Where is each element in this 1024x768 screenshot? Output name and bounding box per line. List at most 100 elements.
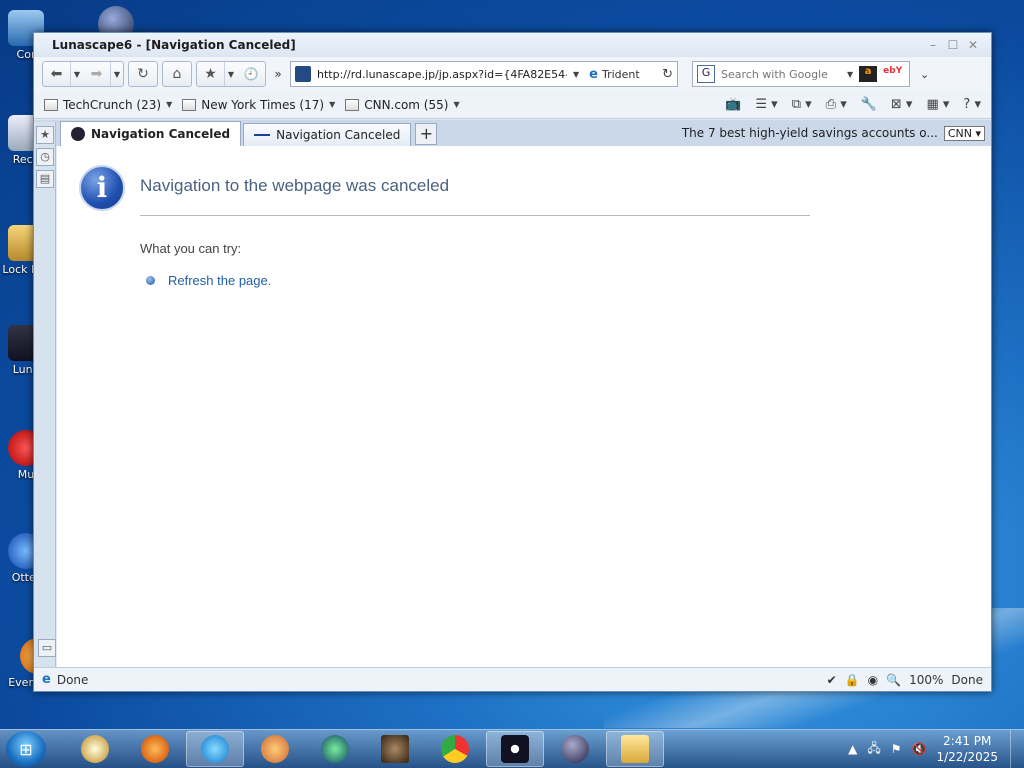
taskbar-globe[interactable] [306,731,364,767]
engine-switch[interactable]: e Trident [585,67,640,82]
tools-group: 📺 ☰ ▾ ⧉ ▾ ⎙ ▾ 🔧 ⊠ ▾ ▦ ▾ ? ▾ [725,97,981,112]
nav-group: ⬅ ▼ ➡ ▼ [42,61,124,87]
refresh-button[interactable]: ↻ [129,62,157,86]
sidebar-favorites-icon[interactable]: ★ [36,126,54,144]
print-icon[interactable]: ⎙ ▾ [826,97,847,112]
taskbar-explorer[interactable] [606,731,664,767]
zoom-icon[interactable]: 🔍 [886,673,901,687]
chevron-down-icon: ▼ [166,100,173,109]
ebay-icon[interactable]: ebY [883,66,902,82]
search-input[interactable] [721,67,841,81]
chevron-down-icon: ▼ [329,100,336,109]
forward-button[interactable]: ➡ [83,62,111,86]
taskbar-chrome[interactable] [426,731,484,767]
clock-date: 1/22/2025 [936,750,998,764]
news-ticker[interactable]: The 7 best high-yield savings accounts o… [682,120,991,146]
folder-icon [621,735,649,763]
flag-icon[interactable]: ⚑ [891,742,902,756]
help-button[interactable]: ? ▾ [963,97,981,112]
system-tray: ▲ 🖧 ⚑ 🔇 2:41 PM 1/22/2025 [848,733,1010,765]
tab-navigation-canceled[interactable]: Navigation Canceled [243,123,412,146]
taskbar-lunascape[interactable] [486,731,544,767]
bookmark-label: CNN.com (55) [364,97,449,112]
status-done: Done [951,672,983,687]
tab-label: Navigation Canceled [91,127,231,141]
lock-icon [81,735,109,763]
ie-engine-icon: e [589,66,598,82]
share-icon[interactable]: ⧉ ▾ [792,97,812,112]
back-dropdown-icon[interactable]: ▼ [71,62,83,86]
sidebar-toggle-icon[interactable]: ▭ [38,639,56,657]
news-headline[interactable]: The 7 best high-yield savings accounts o… [682,126,938,140]
home-button[interactable]: ⌂ [163,62,191,86]
taskbar-ie[interactable] [186,731,244,767]
lunascape-icon [71,127,85,141]
bookmark-label: New York Times (17) [201,97,325,112]
window-title: Lunascape6 - [Navigation Canceled] [52,38,296,52]
favorites-button[interactable]: ★ [197,62,225,86]
tab-navigation-canceled-active[interactable]: Navigation Canceled [60,121,242,146]
ie-icon [201,735,229,763]
history-button[interactable]: 🕘 [237,62,265,86]
maximize-button[interactable]: ☐ [943,38,963,52]
bookmark-nytimes[interactable]: New York Times (17) ▼ [182,98,335,112]
reload-group: ↻ [128,61,158,87]
sidebar-feeds-icon[interactable]: ▤ [36,170,54,188]
refresh-page-link[interactable]: Refresh the page. [168,273,271,288]
tab-label: Navigation Canceled [276,128,401,142]
amazon-icon[interactable]: a [859,66,878,82]
main-toolbar: ⬅ ▼ ➡ ▼ ↻ ⌂ ★ ▼ 🕘 » http://rd.lunascape.… [34,57,991,91]
wrench-icon[interactable]: 🔧 [861,97,877,112]
taskbar-sphere[interactable] [546,731,604,767]
layout-icon[interactable]: ▦ ▾ [926,97,949,112]
clock[interactable]: 2:41 PM 1/22/2025 [936,733,998,765]
address-url[interactable]: http://rd.lunascape.jp/jp.aspx?id={4FA82… [317,68,567,81]
try-label: What you can try: [140,241,242,256]
taskbar-firefox[interactable] [126,731,184,767]
taskbar-horse[interactable] [366,731,424,767]
titlebar[interactable]: Lunascape6 - [Navigation Canceled] – ☐ ✕ [34,33,991,57]
forward-dropdown-icon[interactable]: ▼ [111,62,123,86]
sidebar: ★ ◷ ▤ ▭ [34,122,56,667]
help-icon: ? [963,97,971,112]
tv-icon[interactable]: 📺 [725,97,741,112]
bookmark-cnn[interactable]: CNN.com (55) ▼ [345,97,460,112]
security-check-icon[interactable]: ✔ [827,673,837,687]
taskbar-lock-browser[interactable] [66,731,124,767]
eye-icon[interactable]: ◉ [868,673,878,687]
site-favicon-icon [295,66,311,82]
browser-window: Lunascape6 - [Navigation Canceled] – ☐ ✕… [33,32,992,692]
bookmark-techcrunch[interactable]: TechCrunch (23) ▼ [44,98,172,112]
zoom-level[interactable]: 100% [909,673,943,687]
show-desktop-button[interactable] [1010,729,1024,768]
horse-icon [381,735,409,763]
search-dropdown-icon[interactable]: ▼ [847,70,853,79]
chrome-icon [441,735,469,763]
news-source-select[interactable]: CNN ▾ [943,125,985,141]
more-tools-button[interactable]: » [270,68,286,80]
ie-engine-icon: e [42,672,51,687]
favorites-dropdown-icon[interactable]: ▼ [225,62,237,86]
address-bar[interactable]: http://rd.lunascape.jp/jp.aspx?id={4FA82… [290,61,678,87]
search-engine-icon[interactable]: G [697,65,715,83]
news-source-label: CNN [947,126,972,140]
close-button[interactable]: ✕ [963,38,983,52]
tray-expand-icon[interactable]: ▲ [848,742,857,756]
volume-muted-icon[interactable]: 🔇 [912,742,927,756]
task-items [66,731,664,767]
toolbar-chevron-icon[interactable]: ⌄ [920,68,929,81]
feed-icon [345,98,360,111]
minimize-button[interactable]: – [923,38,943,52]
network-icon[interactable]: 🖧 [867,739,880,760]
taskbar-otter[interactable] [246,731,304,767]
new-tab-button[interactable]: + [415,123,438,145]
page-menu-icon[interactable]: ☰ ▾ [755,97,777,112]
sidebar-history-icon[interactable]: ◷ [36,148,54,166]
start-button[interactable]: ⊞ [6,731,46,767]
engine-label: Trident [601,67,640,81]
address-dropdown-icon[interactable]: ▼ [573,70,579,79]
back-button[interactable]: ⬅ [43,62,71,86]
lock-icon[interactable]: 🔒 [845,673,860,687]
block-icon[interactable]: ⊠ ▾ [891,97,913,112]
address-refresh-icon[interactable]: ↻ [662,67,673,82]
